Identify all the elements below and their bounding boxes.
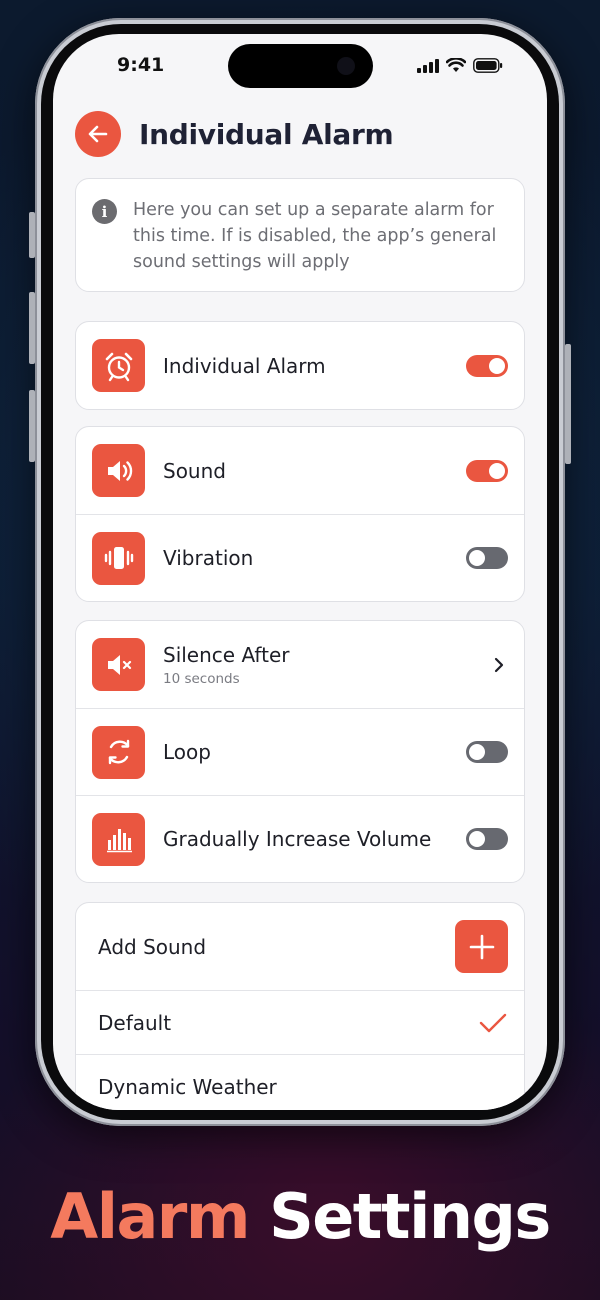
silence-after-row[interactable]: Silence After 10 seconds	[76, 621, 524, 708]
speaker-icon	[92, 444, 145, 497]
sound-row[interactable]: Sound	[76, 427, 524, 514]
status-time: 9:41	[117, 54, 165, 76]
sound-item-label: Dynamic Weather	[98, 1074, 277, 1099]
add-sound-label: Add Sound	[98, 934, 207, 959]
vibration-icon	[92, 531, 145, 585]
sound-toggle[interactable]	[466, 459, 508, 482]
individual-alarm-row[interactable]: Individual Alarm	[76, 322, 524, 409]
signal-icon	[417, 59, 439, 73]
sound-item-label: Default	[98, 1010, 172, 1035]
silence-after-label: Silence After 10 seconds	[163, 643, 490, 687]
alarm-card: Individual Alarm	[75, 321, 525, 410]
add-sound-button[interactable]	[455, 920, 508, 973]
vibration-toggle[interactable]	[466, 547, 508, 569]
volume-bars-icon	[92, 812, 145, 866]
sound-item-dynamic-weather[interactable]: Dynamic Weather	[76, 1054, 524, 1110]
silence-after-title: Silence After	[163, 642, 290, 667]
dynamic-island	[228, 44, 373, 88]
arrow-left-icon	[88, 125, 108, 143]
sound-label: Sound	[163, 458, 226, 483]
page-header: Individual Alarm	[75, 110, 394, 158]
vibration-label: Vibration	[163, 546, 254, 570]
individual-alarm-label: Individual Alarm	[163, 353, 326, 378]
gradual-volume-label: Gradually Increase Volume	[163, 827, 432, 851]
info-card: i Here you can set up a separate alarm f…	[75, 178, 525, 292]
page-title: Individual Alarm	[139, 117, 394, 151]
alarm-clock-icon	[92, 339, 145, 392]
phone-side-button	[29, 292, 35, 364]
silence-after-value: 10 seconds	[163, 670, 240, 687]
status-bar: 9:41	[53, 34, 547, 98]
status-icons	[417, 58, 503, 73]
loop-icon	[92, 725, 145, 779]
loop-label: Loop	[163, 740, 211, 764]
chevron-right-icon	[494, 657, 504, 672]
checkmark-icon	[479, 1013, 507, 1032]
phone-side-button	[565, 344, 571, 464]
loop-toggle[interactable]	[466, 741, 508, 763]
caption-alarm: Alarm	[50, 1180, 250, 1253]
camera-icon	[337, 57, 355, 75]
options-card: Silence After 10 seconds Loop Gradually …	[75, 620, 525, 883]
promo-caption: Alarm Settings	[0, 1180, 600, 1253]
speaker-mute-icon	[92, 638, 145, 691]
info-text: Here you can set up a separate alarm for…	[133, 200, 497, 272]
individual-alarm-toggle[interactable]	[466, 354, 508, 377]
wifi-icon	[446, 58, 466, 72]
sound-item-default[interactable]: Default	[76, 990, 524, 1054]
info-icon: i	[92, 199, 117, 224]
gradual-volume-row[interactable]: Gradually Increase Volume	[76, 795, 524, 882]
gradual-volume-toggle[interactable]	[466, 828, 508, 850]
app-screen: 9:41 Individual Alarm i Here you can set…	[53, 34, 547, 1110]
caption-settings: Settings	[269, 1180, 551, 1253]
add-sound-row: Add Sound	[76, 903, 524, 990]
back-button[interactable]	[75, 111, 121, 157]
plus-icon	[469, 934, 494, 959]
vibration-row[interactable]: Vibration	[76, 514, 524, 601]
battery-icon	[473, 58, 503, 73]
phone-side-button	[29, 390, 35, 462]
sounds-card: Add Sound Default Dynamic Weather	[75, 902, 525, 1110]
loop-row[interactable]: Loop	[76, 708, 524, 795]
phone-side-button	[29, 212, 35, 258]
sound-card: Sound Vibration	[75, 426, 525, 602]
